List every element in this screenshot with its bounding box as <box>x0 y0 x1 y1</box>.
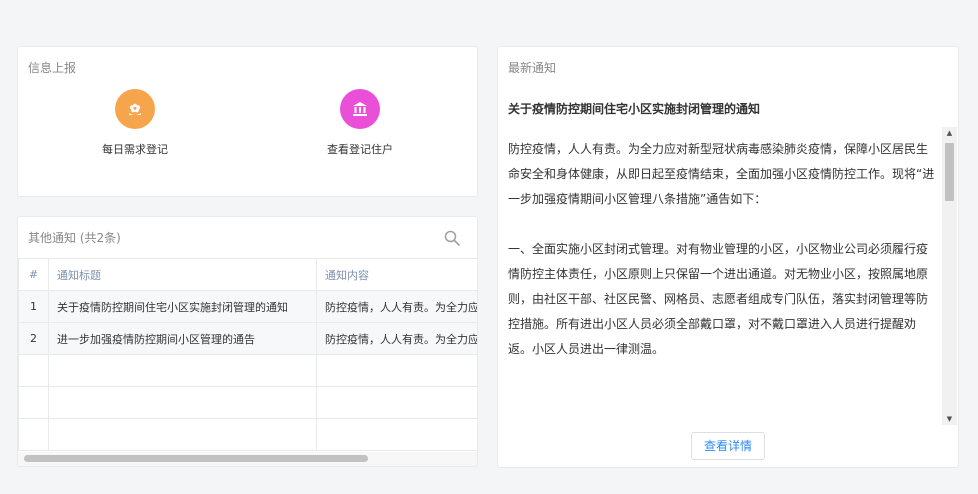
column-header-title[interactable]: 通知标题 <box>48 258 317 291</box>
scroll-down-arrow-icon[interactable]: ▼ <box>942 413 957 425</box>
empty-table-row <box>18 386 477 419</box>
row-title[interactable]: 进一步加强疫情防控期间小区管理的通告 <box>48 322 317 355</box>
scroll-up-arrow-icon[interactable]: ▲ <box>942 127 957 139</box>
notices-table-wrapper: # 通知标题 通知内容 1 关于疫情防控期间住宅小区实施封闭管理的通知 防控疫情… <box>18 258 477 454</box>
table-row[interactable]: 1 关于疫情防控期间住宅小区实施封闭管理的通知 防控疫情，人人有责。为全力应对新… <box>18 290 477 323</box>
info-report-title: 信息上报 <box>28 61 77 75</box>
vertical-scrollbar-thumb[interactable] <box>945 143 954 201</box>
notice-paragraph: 防控疫情，人人有责。为全力应对新型冠状病毒感染肺炎疫情，保障小区居民生命安全和身… <box>508 142 935 206</box>
row-content: 防控疫情，人人有责。为全力应对新型冠状病毒感染肺炎疫情 <box>316 322 477 355</box>
empty-table-row <box>18 354 477 387</box>
notice-vertical-scrollbar[interactable]: ▲ ▼ <box>942 127 957 425</box>
column-header-content[interactable]: 通知内容 <box>316 258 477 291</box>
empty-table-row <box>18 418 477 451</box>
info-report-panel: 信息上报 每日需求登记 查看登记住户 <box>17 46 478 197</box>
other-notices-panel: 其他通知 (共2条) # 通知标题 通知内容 1 关于疫情防控期间住宅小区实施封… <box>17 216 478 467</box>
row-index: 1 <box>18 290 49 323</box>
view-details-button[interactable]: 查看详情 <box>691 432 765 460</box>
column-header-index: # <box>18 258 49 291</box>
table-header-row: # 通知标题 通知内容 <box>18 258 477 291</box>
view-registered-households-item[interactable]: 查看登记住户 <box>300 89 420 157</box>
table-horizontal-scrollbar[interactable] <box>18 452 477 466</box>
horizontal-scrollbar-thumb[interactable] <box>24 455 368 462</box>
building-icon <box>340 89 380 129</box>
search-icon[interactable] <box>443 229 461 247</box>
notice-body: 防控疫情，人人有责。为全力应对新型冠状病毒感染肺炎疫情，保障小区居民生命安全和身… <box>508 137 936 425</box>
notice-heading: 关于疫情防控期间住宅小区实施封闭管理的通知 <box>508 102 761 116</box>
notices-table: # 通知标题 通知内容 1 关于疫情防控期间住宅小区实施封闭管理的通知 防控疫情… <box>18 258 477 451</box>
row-index: 2 <box>18 322 49 355</box>
daily-demand-register-item[interactable]: 每日需求登记 <box>75 89 195 157</box>
view-registered-households-label: 查看登记住户 <box>327 143 393 156</box>
table-row[interactable]: 2 进一步加强疫情防控期间小区管理的通告 防控疫情，人人有责。为全力应对新型冠状… <box>18 322 477 355</box>
latest-notice-title: 最新通知 <box>508 61 557 75</box>
row-title[interactable]: 关于疫情防控期间住宅小区实施封闭管理的通知 <box>48 290 317 323</box>
row-content: 防控疫情，人人有责。为全力应对新型冠状病毒感染肺炎疫情 <box>316 290 477 323</box>
latest-notice-panel: 最新通知 关于疫情防控期间住宅小区实施封闭管理的通知 防控疫情，人人有责。为全力… <box>497 46 959 468</box>
notice-paragraph: 一、全面实施小区封闭式管理。对有物业管理的小区，小区物业公司必须履行疫情防控主体… <box>508 242 929 356</box>
other-notices-title: 其他通知 (共2条) <box>28 231 121 245</box>
flower-icon <box>115 89 155 129</box>
daily-demand-register-label: 每日需求登记 <box>102 143 168 156</box>
